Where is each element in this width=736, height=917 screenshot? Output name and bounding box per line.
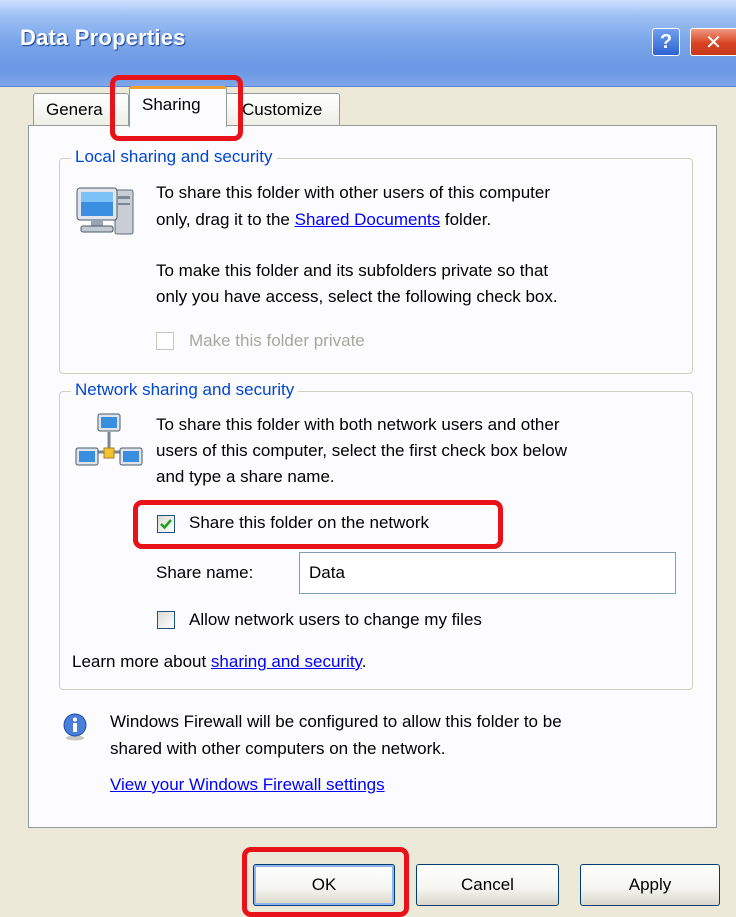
make-private-checkbox[interactable] xyxy=(156,332,174,350)
share-folder-checkbox[interactable] xyxy=(157,515,175,533)
tab-sharing[interactable]: Sharing xyxy=(129,86,227,127)
tab-customize-label: Customize xyxy=(242,100,323,119)
allow-change-label[interactable]: Allow network users to change my files xyxy=(189,608,482,632)
close-icon: ✕ xyxy=(705,31,722,54)
firewall-line1: Windows Firewall will be configured to a… xyxy=(110,712,562,731)
firewall-settings-link[interactable]: View your Windows Firewall settings xyxy=(110,773,385,797)
tab-general-label: Genera xyxy=(46,100,103,119)
tab-sharing-label: Sharing xyxy=(142,95,201,114)
share-name-input[interactable] xyxy=(299,552,676,594)
checkmark-icon xyxy=(160,519,172,530)
network-icon xyxy=(75,413,143,466)
local-desc-line2: only, drag it to the Shared Documents fo… xyxy=(156,208,491,232)
private-desc-line2: only you have access, select the followi… xyxy=(156,287,558,306)
title-bar[interactable]: Data Properties ? ✕ xyxy=(0,0,736,87)
learn-more-prefix: Learn more about xyxy=(72,652,211,671)
share-name-label: Share name: xyxy=(156,563,254,582)
share-folder-label[interactable]: Share this folder on the network xyxy=(189,511,429,535)
sharing-security-link[interactable]: sharing and security xyxy=(211,652,362,671)
network-desc-line2: users of this computer, select the first… xyxy=(156,441,568,460)
private-desc-line1: To make this folder and its subfolders p… xyxy=(156,261,549,280)
firewall-line2: shared with other computers on the netwo… xyxy=(110,739,446,758)
shared-documents-link[interactable]: Shared Documents xyxy=(295,210,441,229)
local-desc-line2-suffix: folder. xyxy=(440,210,492,229)
learn-more-text: Learn more about sharing and security. xyxy=(72,650,367,674)
window-title: Data Properties xyxy=(20,25,186,50)
help-icon: ? xyxy=(659,30,673,53)
close-button[interactable]: ✕ xyxy=(690,28,736,56)
network-desc-line1: To share this folder with both network u… xyxy=(156,415,560,434)
ok-button-label: OK xyxy=(311,875,337,894)
network-sharing-title: Network sharing and security xyxy=(71,380,299,400)
ok-button[interactable]: OK xyxy=(253,864,395,906)
help-button[interactable]: ? xyxy=(652,28,680,56)
properties-dialog: Data Properties ? ✕ Genera Customize Sha… xyxy=(0,0,736,917)
allow-change-checkbox[interactable] xyxy=(157,611,175,629)
local-sharing-title: Local sharing and security xyxy=(71,147,277,167)
learn-more-suffix: . xyxy=(361,652,367,671)
tab-customize[interactable]: Customize xyxy=(225,93,340,125)
computer-icon xyxy=(76,187,134,235)
tab-general[interactable]: Genera xyxy=(33,93,129,125)
network-desc-line3: and type a share name. xyxy=(156,467,335,486)
cancel-button[interactable]: Cancel xyxy=(416,864,559,906)
local-desc-line1: To share this folder with other users of… xyxy=(156,183,551,202)
make-private-label: Make this folder private xyxy=(189,331,365,350)
info-icon xyxy=(63,713,87,741)
apply-button-label: Apply xyxy=(628,875,672,894)
local-desc-line2-prefix: only, drag it to the xyxy=(156,210,295,229)
apply-button[interactable]: Apply xyxy=(580,864,720,906)
cancel-button-label: Cancel xyxy=(461,875,514,894)
